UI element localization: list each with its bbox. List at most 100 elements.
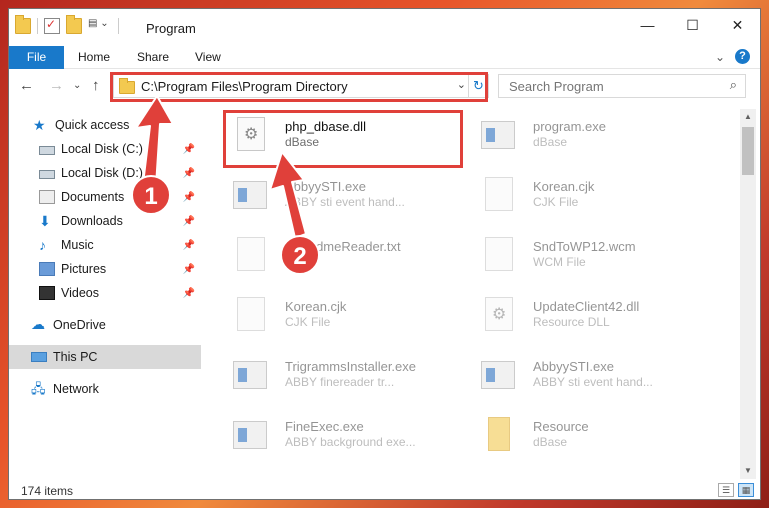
file-item[interactable]: TrigrammsInstaller.exe ABBY finereader t…: [223, 351, 463, 399]
network-icon: 🖧: [31, 381, 46, 396]
file-type: ABBY sti event hand...: [285, 195, 405, 209]
sidebar-item-quick-access[interactable]: ★ Quick access: [9, 113, 201, 137]
file-item[interactable]: AbbyySTI.exe ABBY sti event hand...: [471, 351, 711, 399]
file-name: Resource: [533, 419, 589, 434]
step-1-badge: 1: [131, 175, 171, 215]
exe-icon: [481, 121, 515, 149]
sidebar-item-label: Local Disk (C:): [61, 142, 143, 156]
file-type: ABBY sti event hand...: [533, 375, 653, 389]
sidebar-item-videos[interactable]: Videos 📌: [9, 281, 201, 305]
forward-button[interactable]: →: [49, 77, 64, 94]
file-icon: [485, 177, 513, 211]
sidebar-item-label: Pictures: [61, 262, 107, 276]
customize-toolbar-icon[interactable]: ▤ ⌄: [88, 18, 112, 34]
sidebar-item-label: Music: [61, 238, 94, 252]
view-switcher: ☰ ▦: [718, 483, 754, 497]
file-item[interactable]: program.exe dBase: [471, 111, 711, 159]
file-name: FineExec.exe: [285, 419, 364, 434]
sidebar-item-local-disk-d[interactable]: Local Disk (D:) 📌: [9, 161, 201, 185]
file-item[interactable]: Resource dBase: [471, 411, 711, 459]
exe-icon: [233, 361, 267, 389]
search-icon[interactable]: ⌕: [730, 77, 737, 93]
tab-home[interactable]: Home: [78, 46, 110, 69]
sidebar-item-this-pc[interactable]: This PC: [9, 345, 201, 369]
sidebar-item-pictures[interactable]: Pictures 📌: [9, 257, 201, 281]
dll-gear-icon: [485, 297, 513, 331]
pin-icon[interactable]: 📌: [183, 192, 195, 203]
search-input[interactable]: [509, 78, 709, 94]
file-item[interactable]: Korean.cjk CJK File: [223, 291, 463, 339]
file-type: dBase: [533, 135, 568, 149]
file-item[interactable]: hReadmeReader.txt TXT: [223, 231, 463, 279]
sidebar-item-downloads[interactable]: ⬇ Downloads 📌: [9, 209, 201, 233]
up-button[interactable]: ↑: [92, 77, 100, 94]
file-type: ABBY finereader tr...: [285, 375, 395, 389]
new-folder-icon[interactable]: [66, 15, 82, 34]
sidebar-item-label: Downloads: [61, 214, 123, 228]
sidebar-item-onedrive[interactable]: ☁ OneDrive: [9, 313, 201, 337]
tab-share[interactable]: Share: [137, 46, 169, 69]
file-name: SndToWP12.wcm: [533, 239, 636, 254]
file-name: AbbyySTI.exe: [285, 179, 366, 194]
pin-icon[interactable]: 📌: [183, 264, 195, 275]
scroll-up-icon[interactable]: ▲: [740, 109, 756, 125]
details-view-icon[interactable]: ☰: [718, 483, 734, 497]
scroll-down-icon[interactable]: ▼: [740, 463, 756, 479]
pin-icon[interactable]: 📌: [183, 240, 195, 251]
sidebar-item-label: Documents: [61, 190, 125, 204]
sidebar-item-music[interactable]: ♪ Music 📌: [9, 233, 201, 257]
sidebar-item-label: OneDrive: [53, 318, 106, 332]
search-box[interactable]: ⌕: [498, 74, 746, 98]
file-item[interactable]: FineExec.exe ABBY background exe...: [223, 411, 463, 459]
vertical-scrollbar[interactable]: ▲ ▼: [740, 109, 756, 479]
file-name: UpdateClient42.dll: [533, 299, 640, 314]
pin-icon[interactable]: 📌: [183, 288, 195, 299]
large-icons-view-icon[interactable]: ▦: [738, 483, 754, 497]
expand-ribbon-icon[interactable]: ⌄: [715, 50, 725, 64]
music-icon: ♪: [39, 237, 46, 253]
file-name: Korean.cjk: [533, 179, 595, 194]
documents-icon: [39, 190, 55, 204]
navigation-pane: ★ Quick access Local Disk (C:) 📌 Local D…: [9, 109, 201, 479]
sidebar-item-label: Videos: [61, 286, 99, 300]
pin-icon[interactable]: 📌: [183, 144, 195, 155]
drive-icon: [39, 146, 55, 155]
onedrive-icon: ☁: [31, 316, 45, 332]
maximize-button[interactable]: ☐: [670, 9, 715, 41]
file-highlight: [223, 110, 463, 168]
sidebar-item-documents[interactable]: Documents 📌: [9, 185, 201, 209]
pin-icon[interactable]: 📌: [183, 216, 195, 227]
close-button[interactable]: ✕: [715, 9, 760, 41]
file-item[interactable]: UpdateClient42.dll Resource DLL: [471, 291, 711, 339]
file-icon: [485, 237, 513, 271]
videos-icon: [39, 286, 55, 300]
sidebar-item-local-disk-c[interactable]: Local Disk (C:) 📌: [9, 137, 201, 161]
pc-icon: [31, 352, 47, 362]
window-controls: — ☐ ✕: [625, 9, 760, 41]
scroll-thumb[interactable]: [742, 127, 754, 175]
divider: [118, 18, 119, 34]
help-icon[interactable]: ?: [735, 49, 750, 64]
file-item[interactable]: Korean.cjk CJK File: [471, 171, 711, 219]
back-button[interactable]: ←: [19, 77, 34, 94]
item-count: 174 items: [21, 484, 74, 498]
properties-icon[interactable]: [44, 17, 60, 34]
ribbon-tabs: File Home Share View ⌄ ?: [9, 46, 760, 69]
divider: [37, 18, 38, 34]
file-icon: [237, 237, 265, 271]
quick-access-toolbar: ▤ ⌄: [15, 15, 119, 34]
file-type: CJK File: [285, 315, 331, 329]
star-icon: ★: [33, 117, 46, 133]
recent-locations-button[interactable]: ⌄: [73, 80, 81, 91]
file-type: Resource DLL: [533, 315, 610, 329]
tab-view[interactable]: View: [195, 46, 221, 69]
minimize-button[interactable]: —: [625, 9, 670, 41]
file-item[interactable]: SndToWP12.wcm WCM File: [471, 231, 711, 279]
file-name: AbbyySTI.exe: [533, 359, 614, 374]
tab-file[interactable]: File: [9, 46, 64, 69]
sidebar-item-network[interactable]: 🖧 Network: [9, 377, 201, 401]
exe-icon: [481, 361, 515, 389]
file-item[interactable]: AbbyySTI.exe ABBY sti event hand...: [223, 171, 463, 219]
file-name: program.exe: [533, 119, 606, 134]
pin-icon[interactable]: 📌: [183, 168, 195, 179]
